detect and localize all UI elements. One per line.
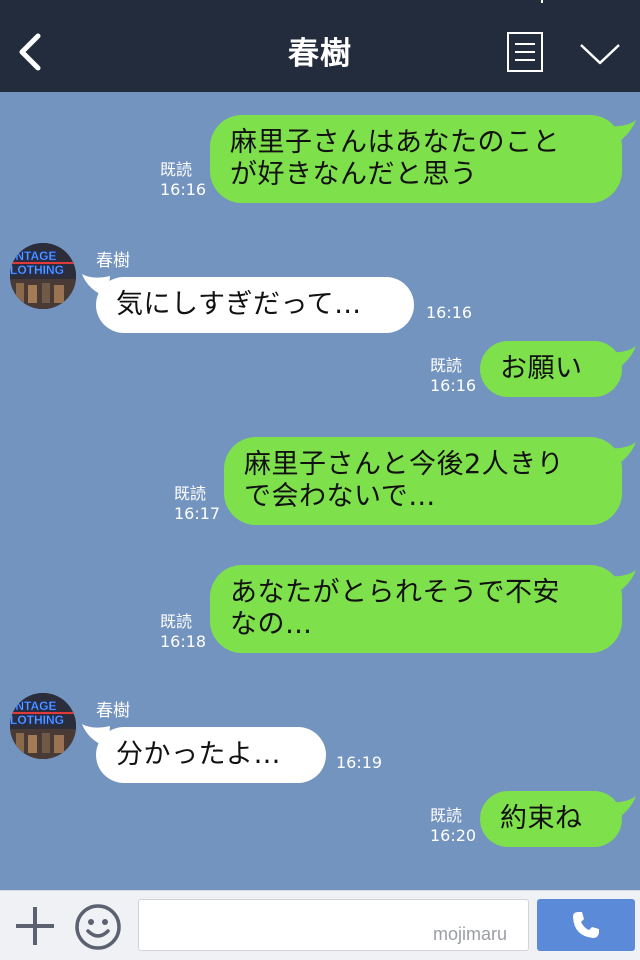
message-status: 既読 16:16 <box>160 160 206 200</box>
outgoing-message-bubble[interactable]: お願い <box>480 341 622 397</box>
message-status: 既読 16:16 <box>430 356 476 396</box>
avatar-text-1: INTAGE <box>12 699 56 713</box>
call-button[interactable] <box>537 899 635 951</box>
avatar-text-2: LOTHING <box>10 263 64 277</box>
emoji-icon[interactable] <box>74 903 122 951</box>
message-time: 16:20 <box>430 826 477 845</box>
outgoing-message-bubble[interactable]: 麻里子さんと今後2人きり で会わないで… <box>224 437 622 525</box>
menu-icon[interactable] <box>506 31 544 73</box>
bubble-tail <box>604 120 636 148</box>
message-text-line: 麻里子さんはあなたのこと <box>230 127 560 158</box>
sender-name: 春樹 <box>96 701 130 721</box>
message-time: 16:18 <box>160 632 207 651</box>
bubble-tail <box>604 570 636 598</box>
outgoing-message-bubble[interactable]: 約束ね <box>480 791 622 847</box>
read-receipt: 既読 <box>430 806 463 825</box>
sender-name: 春樹 <box>96 251 130 271</box>
outgoing-message-bubble[interactable]: 麻里子さんはあなたのこと が好きなんだと思う <box>210 115 622 203</box>
message-time: 16:19 <box>336 753 383 772</box>
incoming-message-bubble[interactable]: 分かったよ… <box>96 727 326 783</box>
message-time: 16:17 <box>174 504 221 523</box>
avatar-text-2: LOTHING <box>10 713 64 727</box>
message-text-line: なの… <box>230 609 313 640</box>
read-receipt: 既読 <box>430 356 463 375</box>
message-time: 16:16 <box>160 180 207 199</box>
avatar-image: INTAGE LOTHING <box>10 693 76 759</box>
chevron-down-icon[interactable] <box>578 38 622 68</box>
status-indicator <box>541 0 543 3</box>
message-text-line: で会わないで… <box>244 481 436 512</box>
avatar[interactable]: INTAGE LOTHING <box>10 243 76 309</box>
message-text-line: 麻里子さんと今後2人きり <box>244 449 565 480</box>
chat-area[interactable]: 既読 16:16 麻里子さんはあなたのこと が好きなんだと思う INTAGE L… <box>0 92 640 890</box>
message-time: 16:16 <box>426 303 473 322</box>
message-text-line: 気にしすぎだって… <box>116 289 362 320</box>
avatar-text-1: INTAGE <box>12 249 56 263</box>
plus-icon[interactable] <box>14 905 56 947</box>
read-receipt: 既読 <box>160 612 193 631</box>
bubble-tail <box>604 442 636 470</box>
message-status: 既読 16:17 <box>174 484 220 524</box>
message-input-bar: mojimaru <box>0 890 640 960</box>
bubble-tail <box>604 796 636 824</box>
message-time: 16:16 <box>430 376 477 395</box>
read-receipt: 既読 <box>160 160 193 179</box>
chat-title: 春樹 <box>288 36 352 72</box>
phone-icon <box>573 912 599 938</box>
avatar-image: INTAGE LOTHING <box>10 243 76 309</box>
message-text-line: 分かったよ… <box>116 739 281 770</box>
incoming-message-bubble[interactable]: 気にしすぎだって… <box>96 277 414 333</box>
message-status: 既読 16:20 <box>430 806 476 846</box>
read-receipt: 既読 <box>174 484 207 503</box>
message-text-line: が好きなんだと思う <box>230 159 478 190</box>
message-text-line: あなたがとられそうで不安 <box>230 577 560 608</box>
bubble-tail <box>604 346 636 374</box>
chat-header: 春樹 <box>0 0 640 92</box>
watermark: mojimaru <box>433 924 508 944</box>
avatar[interactable]: INTAGE LOTHING <box>10 693 76 759</box>
message-status: 既読 16:18 <box>160 612 206 652</box>
outgoing-message-bubble[interactable]: あなたがとられそうで不安 なの… <box>210 565 622 653</box>
